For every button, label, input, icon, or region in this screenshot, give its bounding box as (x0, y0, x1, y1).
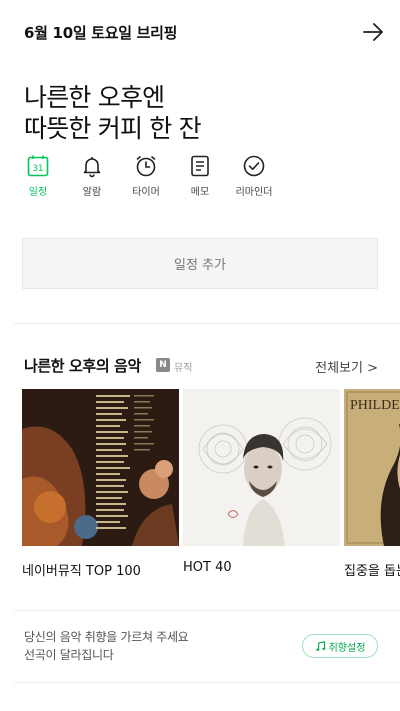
album-card[interactable]: PHILDE 집중을 돕는 (344, 389, 400, 579)
check-circle-icon (243, 155, 265, 177)
headline: 나른한 오후엔 따뜻한 커피 한 잔 (24, 82, 202, 144)
briefing-header: 6월 10일 토요일 브리핑 (0, 0, 400, 64)
album-cover: PHILDE (344, 389, 400, 546)
taste-prompt-line-1: 당신의 음악 취향을 가르쳐 주세요 (24, 630, 189, 644)
shortcut-label-memo: 메모 (190, 187, 210, 198)
album-art-illustration: PHILDE (344, 389, 400, 546)
bell-icon (83, 157, 101, 178)
album-title: HOT 40 (183, 560, 232, 575)
album-card[interactable]: 네이버뮤직 TOP 100 (22, 389, 180, 579)
album-art-collage (22, 389, 179, 546)
music-source-label: 뮤직 (174, 363, 193, 374)
album-cover (183, 389, 340, 546)
album-carousel[interactable]: 네이버뮤직 TOP 100 HOT 40 PHILDE 집중을 돕 (22, 389, 400, 579)
album-card[interactable]: HOT 40 (183, 389, 341, 575)
album-cover-text: PHILDE (350, 398, 400, 413)
shortcut-label-timer: 타이머 (132, 187, 160, 198)
add-schedule-button[interactable]: 일정 추가 (22, 238, 378, 289)
section-divider (14, 323, 400, 324)
naver-logo-icon: N (156, 358, 170, 372)
shortcut-memo[interactable]: 메모 (180, 154, 220, 198)
arrow-right-icon[interactable] (361, 20, 385, 44)
album-title: 네이버뮤직 TOP 100 (22, 564, 141, 579)
shortcut-label-schedule: 일정 (28, 187, 48, 198)
taste-prompt-line-2: 선곡이 달라집니다 (24, 648, 114, 662)
shortcut-label-alarm: 알람 (82, 187, 102, 198)
shortcut-schedule[interactable]: 31 일정 (18, 154, 58, 198)
shortcut-reminder[interactable]: 리마인더 (234, 154, 274, 198)
shortcut-alarm[interactable]: 알람 (72, 154, 112, 198)
music-note-icon (315, 640, 325, 651)
headline-line-2: 따뜻한 커피 한 잔 (24, 114, 202, 143)
taste-settings-label: 취향설정 (328, 642, 366, 654)
section-divider (14, 682, 400, 683)
album-art-portrait (183, 389, 340, 546)
view-all-link[interactable]: 전체보기 > (315, 357, 378, 376)
taste-prompt: 당신의 음악 취향을 가르쳐 주세요 선곡이 달라집니다 (24, 628, 189, 664)
music-section-title: 나른한 오후의 음악 (24, 357, 141, 375)
shortcut-timer[interactable]: 타이머 (126, 154, 166, 198)
timer-icon (136, 156, 156, 177)
album-title: 집중을 돕는 (344, 564, 400, 579)
section-divider (14, 610, 400, 611)
calendar-icon: 31 (27, 155, 49, 177)
taste-settings-button[interactable]: 취향설정 (302, 634, 378, 658)
shortcut-bar: 31 일정 알람 타이머 메모 리마인더 (18, 154, 288, 204)
memo-icon (191, 155, 209, 177)
headline-line-1: 나른한 오후엔 (24, 83, 165, 112)
calendar-badge: 31 (33, 164, 44, 174)
music-section-header: 나른한 오후의 음악 N 뮤직 전체보기 > (24, 354, 384, 376)
shortcut-label-reminder: 리마인더 (235, 187, 273, 198)
briefing-title: 6월 10일 토요일 브리핑 (24, 24, 178, 42)
album-cover (22, 389, 179, 546)
